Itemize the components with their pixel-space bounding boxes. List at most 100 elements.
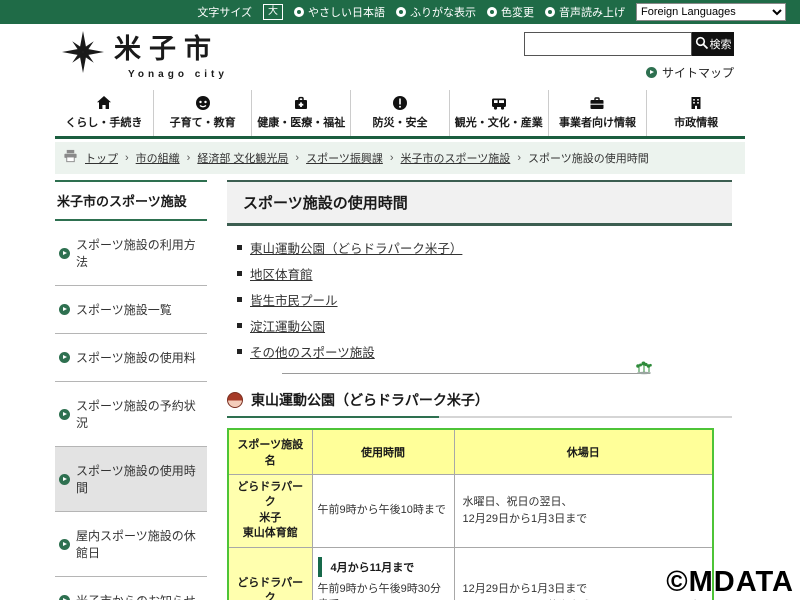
time-text: 午前9時から午後9時30分まで [318,582,449,600]
col-header-facility: スポーツ施設名 [228,429,312,475]
city-name: 米子市 [114,31,228,69]
toc-link-yodoe-park[interactable]: 淀江運動公園 [250,316,325,335]
bullet-icon [396,7,406,17]
text-to-speech-link[interactable]: 音声読み上げ [545,4,625,20]
utility-bar: 文字サイズ 大 やさしい日本語 ふりがな表示 色変更 音声読み上げ Foreig… [0,0,800,24]
nav-item-kosodate[interactable]: 子育て・教育 [153,90,252,136]
star-logo-icon [62,31,104,78]
breadcrumb-sports-division[interactable]: スポーツ振興課 [306,150,383,166]
breadcrumb-current: スポーツ施設の使用時間 [528,150,649,166]
facility-table-body: どらドラパーク米子東山体育館午前9時から午後10時まで水曜日、祝日の翌日、12月… [228,475,713,600]
sidebar-item-shiyojikan[interactable]: スポーツ施設の使用時間 [55,447,207,512]
list-item: 淀江運動公園 [237,316,732,335]
closed-days-cell: 水曜日、祝日の翌日、12月29日から1月3日まで [454,475,713,548]
sitemap-link[interactable]: サイトマップ [646,64,734,81]
font-size-label: 文字サイズ [197,4,252,20]
toc-link-higashiyama[interactable]: 東山運動公園（どらドラパーク米子） [250,238,462,257]
child-face-icon [154,94,252,112]
table-row: どらドラパーク米子陸上競技場4月から11月まで午前9時から午後9時30分まで12… [228,547,713,600]
briefcase-icon [549,94,647,112]
arrow-bullet-icon [59,595,70,600]
building-icon [647,94,745,112]
arrow-bullet-icon [59,539,70,550]
toc-link-kaike-pool[interactable]: 皆生市民プール [250,290,338,309]
usage-hours-cell: 4月から11月まで午前9時から午後9時30分まで12月から3月まで午前9時から午… [312,547,454,600]
nav-item-bosai[interactable]: 防災・安全 [350,90,449,136]
house-icon [55,94,153,112]
facility-hours-table: スポーツ施設名 使用時間 休場日 どらドラパーク米子東山体育館午前9時から午後1… [227,428,714,600]
breadcrumb-sports-facilities[interactable]: 米子市のスポーツ施設 [401,150,511,166]
toc-link-sonota[interactable]: その他のスポーツ施設 [250,342,375,361]
printer-icon[interactable] [63,149,78,167]
breadcrumb-top[interactable]: トップ [85,150,118,166]
section-underline [227,416,732,418]
search-input[interactable] [524,32,692,56]
list-item: 地区体育館 [237,264,732,283]
sidebar-item-ichiran[interactable]: スポーツ施設一覧 [55,286,207,334]
font-size-large-button[interactable]: 大 [263,4,283,20]
list-item: 皆生市民プール [237,290,732,309]
toc-link-chiku-taiikukan[interactable]: 地区体育館 [250,264,313,283]
nav-item-kenko[interactable]: 健康・医療・福祉 [251,90,350,136]
section-divider [282,373,650,374]
col-header-closed: 休場日 [454,429,713,475]
period-label: 4月から11月まで [318,557,449,577]
sidebar-item-riyohoho[interactable]: スポーツ施設の利用方法 [55,221,207,286]
city-name-en: Yonago city [128,69,228,80]
easy-japanese-link[interactable]: やさしい日本語 [294,4,385,20]
arrow-bullet-icon [59,248,70,259]
content-area: 米子市のスポーツ施設 スポーツ施設の利用方法 スポーツ施設一覧 スポーツ施設の使… [55,180,745,600]
nav-item-kurashi[interactable]: くらし・手続き [55,90,153,136]
breadcrumb-separator [125,152,129,164]
alert-icon [351,94,449,112]
search-area: 検索 [524,32,734,56]
main-nav: くらし・手続き 子育て・教育 健康・医療・福祉 防災・安全 [55,90,745,139]
nav-item-jigyosha[interactable]: 事業者向け情報 [548,90,647,136]
breadcrumb-separator [517,152,521,164]
section-heading: 東山運動公園（どらドラパーク米子） [227,390,732,410]
site-header: 米子市 Yonago city 検索 サイトマップ [0,24,800,90]
facility-name-cell: どらドラパーク米子東山体育館 [228,475,312,548]
sidebar: 米子市のスポーツ施設 スポーツ施設の利用方法 スポーツ施設一覧 スポーツ施設の使… [55,180,207,600]
nav-item-shisei[interactable]: 市政情報 [646,90,745,136]
search-button[interactable]: 検索 [692,32,734,56]
breadcrumb-separator [390,152,394,164]
arrow-bullet-icon [59,474,70,485]
furigana-link[interactable]: ふりがな表示 [396,4,476,20]
bullet-icon [646,67,657,78]
sidebar-title: 米子市のスポーツ施設 [55,180,207,221]
table-header-row: スポーツ施設名 使用時間 休場日 [228,429,713,475]
toc-list: 東山運動公園（どらドラパーク米子） 地区体育館 皆生市民プール 淀江運動公園 そ… [237,238,732,361]
color-change-link[interactable]: 色変更 [487,4,534,20]
list-item: その他のスポーツ施設 [237,342,732,361]
time-text: 午前9時から午後10時まで [318,503,449,518]
page-title: スポーツ施設の使用時間 [227,180,732,226]
city-logo[interactable]: 米子市 Yonago city [62,31,228,80]
list-item: 東山運動公園（どらドラパーク米子） [237,238,732,257]
sidebar-item-kyukanbi[interactable]: 屋内スポーツ施設の休館日 [55,512,207,577]
bus-icon [450,94,548,112]
bullet-icon [487,7,497,17]
facility-name-cell: どらドラパーク米子陸上競技場 [228,547,312,600]
sidebar-list: スポーツ施設の利用方法 スポーツ施設一覧 スポーツ施設の使用料 スポーツ施設の予… [55,221,207,600]
usage-hours-cell: 午前9時から午後10時まで [312,475,454,548]
medical-bag-icon [252,94,350,112]
arrow-bullet-icon [59,409,70,420]
breadcrumb-separator [295,152,299,164]
main-column: スポーツ施設の使用時間 東山運動公園（どらドラパーク米子） 地区体育館 皆生市民… [227,180,732,600]
sidebar-item-oshirase[interactable]: 米子市からのお知らせ [55,577,207,600]
breadcrumb-keizaibu[interactable]: 経済部 文化観光局 [197,150,288,166]
sidebar-item-yoyaku[interactable]: スポーツ施設の予約状況 [55,382,207,447]
arrow-bullet-icon [59,352,70,363]
breadcrumb-separator [187,152,191,164]
sprout-icon [634,360,654,380]
section-title: 東山運動公園（どらドラパーク米子） [251,390,489,410]
language-select[interactable]: Foreign Languages [636,3,786,21]
nav-item-kanko[interactable]: 観光・文化・産業 [449,90,548,136]
mascot-icon [227,392,243,408]
table-row: どらドラパーク米子東山体育館午前9時から午後10時まで水曜日、祝日の翌日、12月… [228,475,713,548]
col-header-hours: 使用時間 [312,429,454,475]
arrow-bullet-icon [59,304,70,315]
sidebar-item-shiyoryo[interactable]: スポーツ施設の使用料 [55,334,207,382]
breadcrumb-organization[interactable]: 市の組織 [136,150,180,166]
